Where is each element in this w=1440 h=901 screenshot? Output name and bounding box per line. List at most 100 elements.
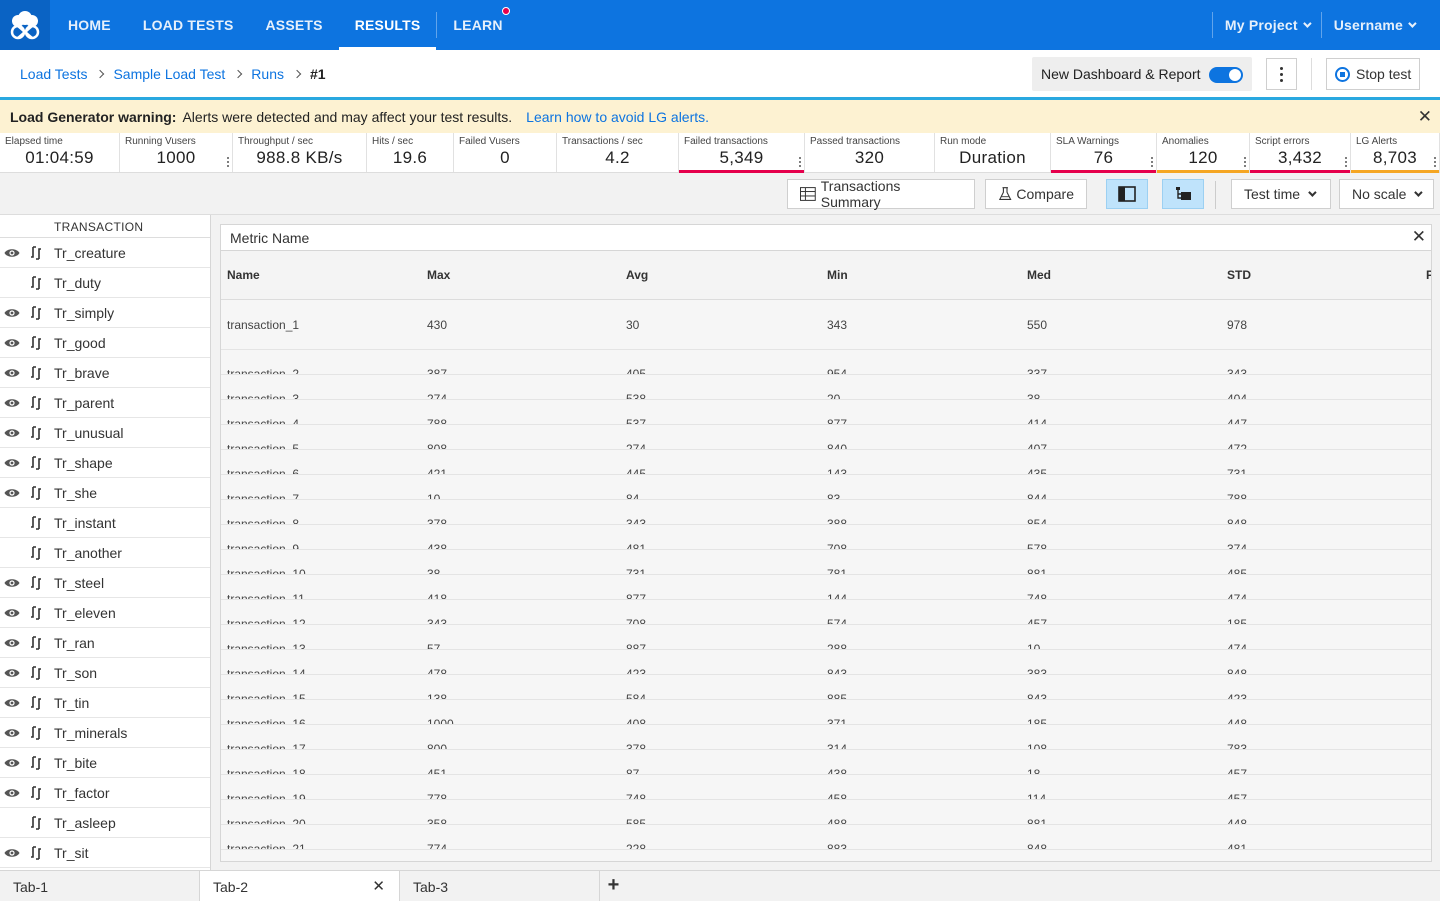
transaction-row[interactable]: Tr_good: [0, 328, 210, 358]
compare-icon[interactable]: [29, 276, 43, 293]
kpi-menu-icon[interactable]: [799, 157, 801, 167]
new-dashboard-toggle[interactable]: [1209, 67, 1243, 83]
eye-icon[interactable]: [4, 846, 20, 862]
project-selector[interactable]: My Project: [1213, 0, 1321, 50]
compare-icon[interactable]: [29, 726, 43, 743]
transaction-row[interactable]: Tr_ran: [0, 628, 210, 658]
tab-2[interactable]: Tab-2 ✕: [200, 871, 400, 901]
compare-icon[interactable]: [29, 756, 43, 773]
scale-select[interactable]: No scale: [1339, 179, 1434, 209]
table-row[interactable]: transaction_9 438 481 708 578 374: [221, 525, 1431, 550]
eye-icon[interactable]: [4, 756, 20, 772]
tab-3[interactable]: Tab-3: [400, 871, 600, 901]
transaction-row[interactable]: Tr_simply: [0, 298, 210, 328]
kpi-failed-vusers[interactable]: Failed Vusers 0: [454, 133, 557, 172]
compare-icon[interactable]: [29, 696, 43, 713]
toggle-panel-button[interactable]: [1106, 179, 1148, 209]
compare-icon[interactable]: [29, 516, 43, 533]
transactions-summary-button[interactable]: Transactions Summary: [787, 178, 975, 210]
compare-icon[interactable]: [29, 816, 43, 833]
kpi-run-mode[interactable]: Run mode Duration: [935, 133, 1051, 172]
compare-icon[interactable]: [29, 306, 43, 323]
transaction-row[interactable]: Tr_factor: [0, 778, 210, 808]
eye-icon[interactable]: [4, 306, 20, 322]
stop-test-button[interactable]: Stop test: [1326, 58, 1420, 90]
transaction-row[interactable]: Tr_minerals: [0, 718, 210, 748]
kpi-anomalies[interactable]: Anomalies 120: [1157, 133, 1250, 173]
table-row[interactable]: transaction_19 778 748 458 114 457: [221, 775, 1431, 800]
tab-1[interactable]: Tab-1: [0, 871, 200, 901]
eye-icon[interactable]: [4, 576, 20, 592]
eye-icon[interactable]: [4, 666, 20, 682]
table-row[interactable]: transaction_4 788 537 877 414 447: [221, 400, 1431, 425]
close-icon[interactable]: ✕: [372, 877, 385, 895]
column-header[interactable]: Name: [227, 268, 260, 282]
table-row[interactable]: transaction_10 38 731 781 881 485: [221, 550, 1431, 575]
kpi-sla-warnings[interactable]: SLA Warnings 76: [1051, 133, 1157, 173]
kpi-running-vusers[interactable]: Running Vusers 1000: [120, 133, 233, 172]
transaction-row[interactable]: Tr_son: [0, 658, 210, 688]
nav-load-tests[interactable]: LOAD TESTS: [127, 0, 250, 50]
kpi-lg-alerts[interactable]: LG Alerts 8,703: [1351, 133, 1440, 173]
column-header[interactable]: P: [1426, 268, 1431, 282]
transaction-row[interactable]: Tr_shape: [0, 448, 210, 478]
compare-icon[interactable]: [29, 396, 43, 413]
kpi-throughput-sec[interactable]: Throughput / sec 988.8 KB/s: [233, 133, 367, 172]
transaction-row[interactable]: Tr_bite: [0, 748, 210, 778]
table-row[interactable]: transaction_2 387 405 954 337 343: [221, 350, 1431, 375]
user-menu[interactable]: Username: [1322, 0, 1426, 50]
compare-icon[interactable]: [29, 606, 43, 623]
table-row[interactable]: transaction_3 274 538 20 38 404: [221, 375, 1431, 400]
kpi-menu-icon[interactable]: [227, 157, 229, 167]
kpi-transactions-sec[interactable]: Transactions / sec 4.2: [557, 133, 679, 172]
table-row[interactable]: transaction_22198828374187788: [221, 850, 1431, 861]
eye-icon[interactable]: [4, 426, 20, 442]
close-icon[interactable]: ✕: [1412, 227, 1426, 247]
table-row[interactable]: transaction_1 430 30 343 550 978: [221, 300, 1431, 350]
kpi-menu-icon[interactable]: [1345, 157, 1347, 167]
compare-icon[interactable]: [29, 336, 43, 353]
table-row[interactable]: transaction_15 138 584 885 843 423: [221, 675, 1431, 700]
eye-icon[interactable]: [4, 726, 20, 742]
transaction-row[interactable]: Tr_tin: [0, 688, 210, 718]
compare-button[interactable]: Compare: [985, 179, 1087, 209]
close-icon[interactable]: ✕: [1418, 107, 1432, 127]
more-options-button[interactable]: [1266, 58, 1297, 90]
compare-icon[interactable]: [29, 576, 43, 593]
compare-icon[interactable]: [29, 846, 43, 863]
table-row[interactable]: transaction_17 800 378 314 108 783: [221, 725, 1431, 750]
column-header[interactable]: Max: [427, 268, 450, 282]
eye-icon[interactable]: [4, 696, 20, 712]
add-tab-button[interactable]: +: [600, 871, 627, 900]
table-row[interactable]: transaction_8 378 343 388 854 848: [221, 500, 1431, 525]
compare-icon[interactable]: [29, 366, 43, 383]
metric-filter[interactable]: Metric Name ✕: [221, 225, 1431, 251]
eye-icon[interactable]: [4, 456, 20, 472]
column-header[interactable]: Med: [1027, 268, 1051, 282]
transaction-row[interactable]: Tr_steel: [0, 568, 210, 598]
eye-icon[interactable]: [4, 366, 20, 382]
eye-icon[interactable]: [4, 636, 20, 652]
transaction-row[interactable]: Tr_eleven: [0, 598, 210, 628]
nav-assets[interactable]: ASSETS: [249, 0, 338, 50]
table-row[interactable]: transaction_18 451 87 438 18 457: [221, 750, 1431, 775]
breadcrumb-runs[interactable]: Runs: [251, 66, 284, 82]
warning-learn-link[interactable]: Learn how to avoid LG alerts.: [526, 109, 709, 125]
column-header[interactable]: Min: [827, 268, 848, 282]
transaction-row[interactable]: Tr_instant: [0, 508, 210, 538]
table-row[interactable]: transaction_13 57 887 288 10 474: [221, 625, 1431, 650]
column-header[interactable]: Avg: [626, 268, 648, 282]
compare-icon[interactable]: [29, 666, 43, 683]
transaction-row[interactable]: Tr_brave: [0, 358, 210, 388]
compare-icon[interactable]: [29, 426, 43, 443]
kpi-script-errors[interactable]: Script errors 3,432: [1250, 133, 1351, 173]
kpi-elapsed-time[interactable]: Elapsed time 01:04:59: [0, 133, 120, 172]
time-select[interactable]: Test time: [1231, 179, 1331, 209]
transaction-row[interactable]: Tr_parent: [0, 388, 210, 418]
column-header[interactable]: STD: [1227, 268, 1251, 282]
compare-icon[interactable]: [29, 636, 43, 653]
kpi-passed-transactions[interactable]: Passed transactions 320: [805, 133, 935, 172]
eye-icon[interactable]: [4, 606, 20, 622]
transaction-row[interactable]: Tr_sit: [0, 838, 210, 868]
transaction-row[interactable]: Tr_asleep: [0, 808, 210, 838]
